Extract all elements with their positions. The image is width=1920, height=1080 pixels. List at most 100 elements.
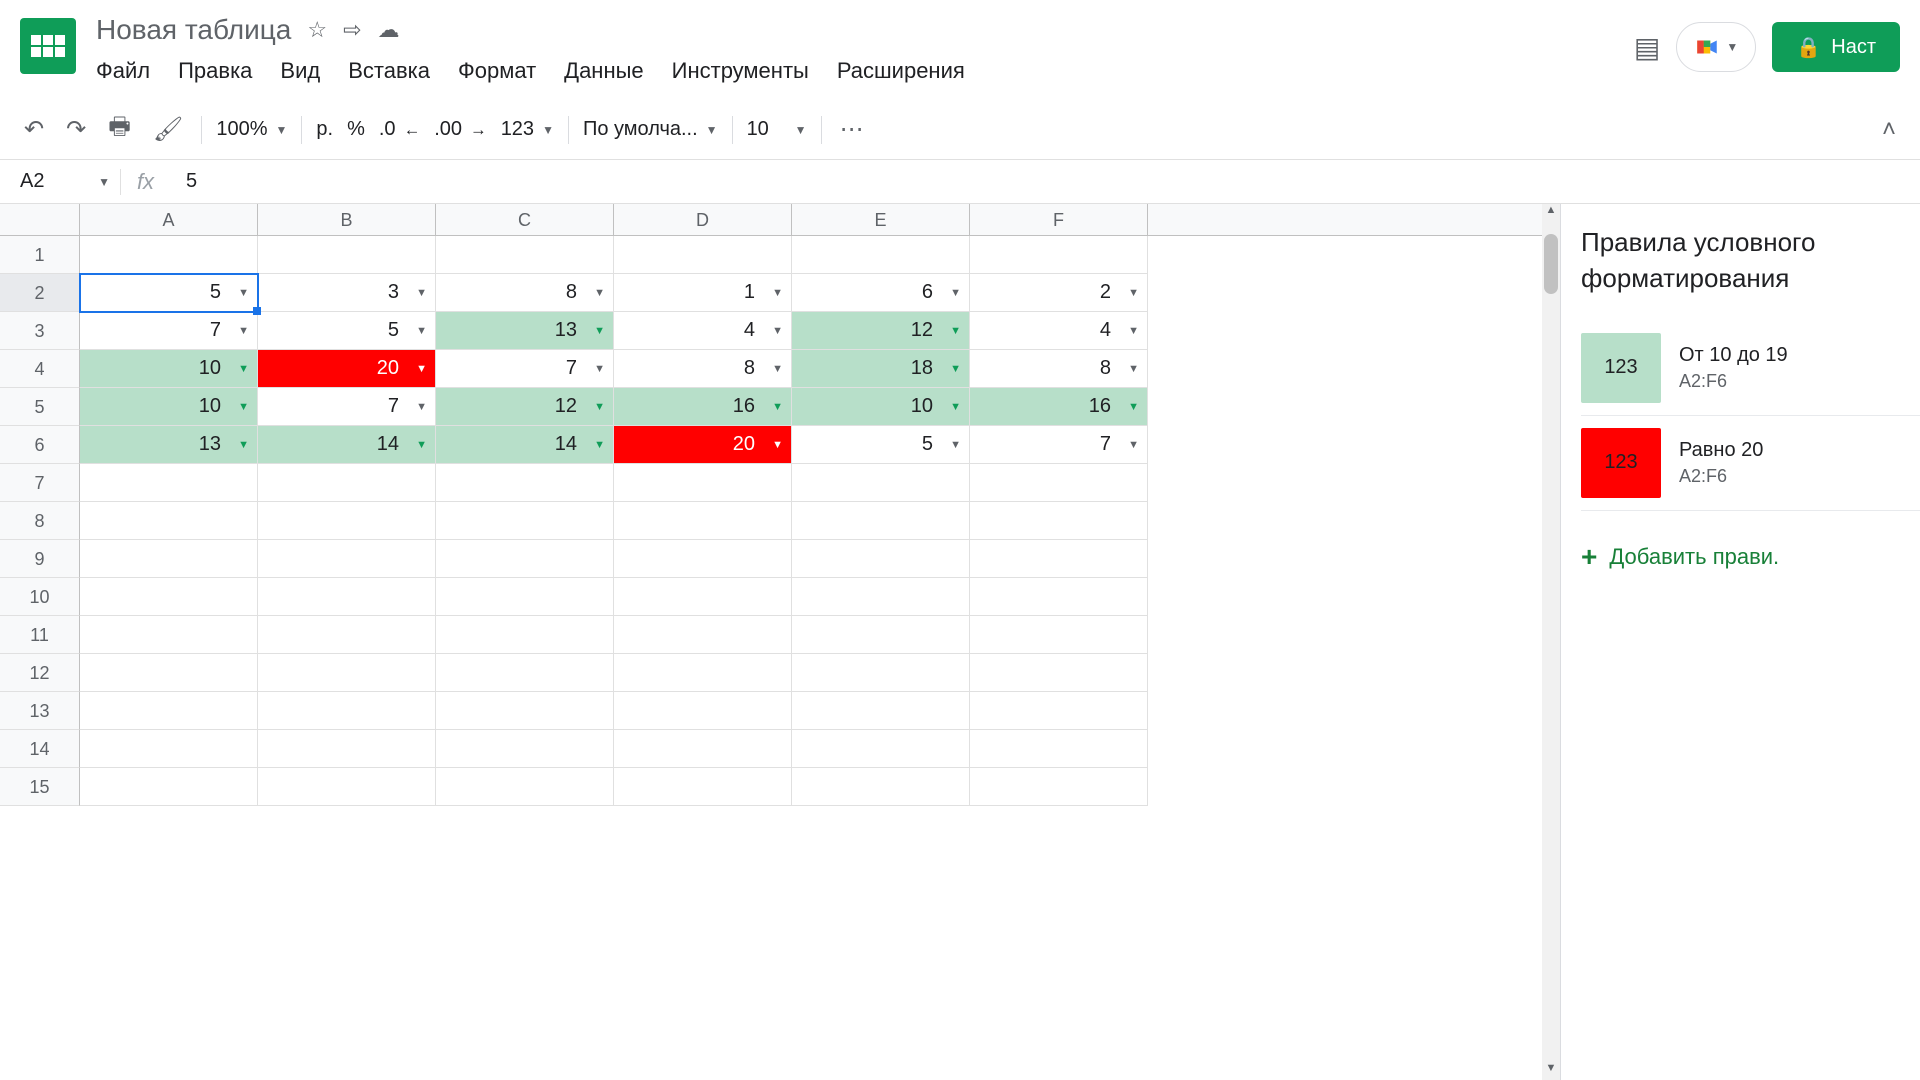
cell-dropdown-icon[interactable]: ▼ [1128, 287, 1139, 299]
currency-button[interactable]: р. [316, 118, 333, 141]
menu-расширения[interactable]: Расширения [837, 58, 965, 84]
column-header[interactable]: E [792, 204, 970, 235]
cell[interactable] [436, 464, 614, 502]
column-header[interactable]: A [80, 204, 258, 235]
cell[interactable]: 7▼ [970, 426, 1148, 464]
cell[interactable] [970, 502, 1148, 540]
move-icon[interactable]: ⇨ [343, 17, 361, 43]
cell-dropdown-icon[interactable]: ▼ [1128, 363, 1139, 375]
cell[interactable] [970, 578, 1148, 616]
cell[interactable] [614, 692, 792, 730]
cell-dropdown-icon[interactable]: ▼ [416, 325, 427, 337]
cell[interactable]: 6▼ [792, 274, 970, 312]
cell[interactable] [436, 692, 614, 730]
star-icon[interactable]: ☆ [307, 17, 327, 43]
cell[interactable]: 7▼ [436, 350, 614, 388]
cell-dropdown-icon[interactable]: ▼ [594, 439, 605, 451]
cell[interactable] [970, 616, 1148, 654]
number-format-dropdown[interactable]: 123▼ [501, 118, 554, 141]
cell[interactable]: 20▼ [258, 350, 436, 388]
cell[interactable] [80, 236, 258, 274]
cell-dropdown-icon[interactable]: ▼ [416, 287, 427, 299]
cell-dropdown-icon[interactable]: ▼ [594, 325, 605, 337]
row-header[interactable]: 10 [0, 578, 80, 616]
cell[interactable] [614, 540, 792, 578]
formula-input[interactable]: 5 [170, 170, 1920, 193]
cell[interactable] [614, 502, 792, 540]
cell[interactable] [436, 730, 614, 768]
cell-dropdown-icon[interactable]: ▼ [1128, 401, 1139, 413]
cell-dropdown-icon[interactable]: ▼ [416, 363, 427, 375]
cell-dropdown-icon[interactable]: ▼ [238, 363, 249, 375]
column-header[interactable]: D [614, 204, 792, 235]
cell[interactable] [436, 236, 614, 274]
name-box[interactable]: A2▼ [0, 170, 120, 193]
font-size-dropdown[interactable]: 10▼ [747, 118, 807, 141]
format-rule[interactable]: 123От 10 до 19A2:F6 [1581, 321, 1920, 416]
cell[interactable] [614, 768, 792, 806]
cell[interactable]: 8▼ [614, 350, 792, 388]
cell[interactable]: 14▼ [436, 426, 614, 464]
menu-инструменты[interactable]: Инструменты [672, 58, 809, 84]
paint-format-icon[interactable]: 🖌 [149, 111, 187, 148]
cell[interactable] [436, 502, 614, 540]
cell-dropdown-icon[interactable]: ▼ [772, 439, 783, 451]
cell[interactable] [970, 692, 1148, 730]
cell[interactable]: 18▼ [792, 350, 970, 388]
add-rule-button[interactable]: + Добавить прави. [1581, 541, 1920, 573]
cell-dropdown-icon[interactable]: ▼ [238, 439, 249, 451]
fill-handle[interactable] [253, 307, 261, 315]
row-header[interactable]: 6 [0, 426, 80, 464]
cell[interactable] [80, 578, 258, 616]
scrollbar-thumb[interactable] [1544, 234, 1558, 294]
row-header[interactable]: 14 [0, 730, 80, 768]
column-header[interactable]: B [258, 204, 436, 235]
cell[interactable] [80, 502, 258, 540]
cell[interactable] [792, 502, 970, 540]
column-header[interactable]: C [436, 204, 614, 235]
cell[interactable] [258, 578, 436, 616]
cell[interactable] [258, 502, 436, 540]
cell[interactable] [792, 616, 970, 654]
menu-формат[interactable]: Формат [458, 58, 536, 84]
cell-dropdown-icon[interactable]: ▼ [950, 439, 961, 451]
cell[interactable] [792, 464, 970, 502]
row-header[interactable]: 3 [0, 312, 80, 350]
cell[interactable] [436, 768, 614, 806]
cell[interactable] [970, 768, 1148, 806]
cell[interactable] [436, 578, 614, 616]
cell[interactable]: 5▼ [258, 312, 436, 350]
cell[interactable] [792, 654, 970, 692]
cell[interactable] [614, 654, 792, 692]
row-header[interactable]: 9 [0, 540, 80, 578]
cell[interactable]: 7▼ [80, 312, 258, 350]
cell[interactable] [258, 768, 436, 806]
cell[interactable] [970, 730, 1148, 768]
undo-icon[interactable]: ↶ [20, 111, 48, 148]
cell[interactable] [970, 654, 1148, 692]
cell[interactable] [80, 654, 258, 692]
cell[interactable]: 20▼ [614, 426, 792, 464]
cell[interactable] [792, 540, 970, 578]
cell[interactable] [80, 540, 258, 578]
menu-файл[interactable]: Файл [96, 58, 150, 84]
cell[interactable]: 14▼ [258, 426, 436, 464]
cell-dropdown-icon[interactable]: ▼ [238, 287, 249, 299]
cell[interactable]: 4▼ [614, 312, 792, 350]
cell[interactable]: 3▼ [258, 274, 436, 312]
cell-dropdown-icon[interactable]: ▼ [238, 401, 249, 413]
cell-dropdown-icon[interactable]: ▼ [950, 287, 961, 299]
print-icon[interactable]: 🖶 [104, 105, 135, 154]
cell[interactable]: 10▼ [80, 350, 258, 388]
row-header[interactable]: 5 [0, 388, 80, 426]
cell[interactable] [80, 768, 258, 806]
cell[interactable] [614, 464, 792, 502]
cell[interactable]: 12▼ [792, 312, 970, 350]
cell-dropdown-icon[interactable]: ▼ [594, 287, 605, 299]
cell[interactable] [436, 654, 614, 692]
row-header[interactable]: 2 [0, 274, 80, 312]
row-header[interactable]: 4 [0, 350, 80, 388]
menu-вид[interactable]: Вид [280, 58, 320, 84]
cell[interactable]: 2▼ [970, 274, 1148, 312]
cell[interactable] [436, 540, 614, 578]
